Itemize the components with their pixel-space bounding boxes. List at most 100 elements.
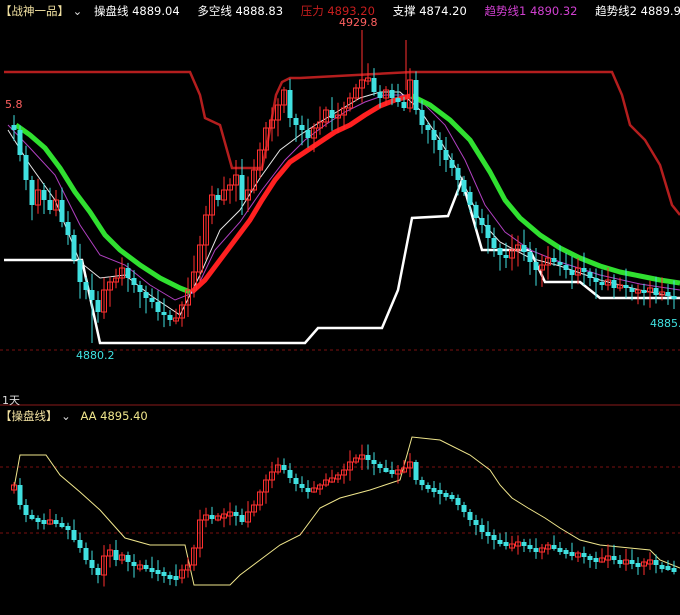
candle-body-down <box>167 575 173 579</box>
candle-body-down <box>29 180 35 205</box>
candle-body-down <box>167 315 173 320</box>
candle-body-down <box>149 568 155 572</box>
candle-body-down <box>467 192 473 205</box>
candle-body-down <box>467 512 473 520</box>
period-label[interactable]: 1天 <box>2 392 20 408</box>
candle-body-down <box>83 282 89 290</box>
candle-body-down <box>41 520 47 524</box>
candle-body-down <box>671 296 677 299</box>
candle-body-down <box>491 238 497 248</box>
chevron-down-icon[interactable]: ⌄ <box>73 4 83 18</box>
candle-body-down <box>455 168 461 180</box>
candle-body-down <box>371 460 377 464</box>
legend-label: 多空线 <box>197 4 232 18</box>
candle-body-down <box>53 520 59 524</box>
legend-label: 压力 <box>300 4 324 18</box>
candle-body-down <box>665 566 671 570</box>
candle-body-down <box>455 498 461 505</box>
support-line <box>4 176 680 345</box>
candle-body-down <box>17 130 23 155</box>
candle-body-down <box>389 90 395 98</box>
legend-label: 操盘线 <box>93 4 129 18</box>
candle-body-down <box>239 175 245 200</box>
candle-body-down <box>305 130 311 138</box>
candle-body-down <box>599 282 605 285</box>
candle-body-down <box>23 155 29 180</box>
candle-body-down <box>329 110 335 118</box>
legend-value: 4890.32 <box>529 4 578 18</box>
candle-body-down <box>11 125 17 130</box>
candle-body-down <box>641 290 647 293</box>
candle-body-down <box>533 262 539 270</box>
legend-value: 4888.83 <box>235 4 284 18</box>
candle-body-down <box>155 570 161 574</box>
candle-body-down <box>401 102 407 108</box>
candle-body-down <box>377 464 383 468</box>
candle-body-down <box>71 235 77 260</box>
legend-label: AA <box>80 409 97 423</box>
candle-body-down <box>485 225 491 238</box>
legend-label: 趋势线2 <box>595 4 637 18</box>
candle-body-down <box>209 515 215 519</box>
legend-duokongxian: 多空线 4888.83 <box>197 4 283 18</box>
candle-body-down <box>65 222 71 235</box>
candle-body-down <box>617 560 623 564</box>
candle-body-down <box>587 272 593 278</box>
left-price-label: 5.8 <box>5 98 23 111</box>
candle-body-down <box>629 288 635 292</box>
candle-body-down <box>635 563 641 567</box>
candle-body-down <box>611 556 617 560</box>
candle-body-down <box>653 288 659 295</box>
sub-indicator-name[interactable]: 【操盘线】 <box>0 409 58 423</box>
legend-qushixian1: 趋势线1 4890.32 <box>484 4 577 18</box>
candle-body-down <box>437 140 443 150</box>
candle-body-down <box>413 462 419 480</box>
candle-body-down <box>137 285 143 292</box>
candle-body-down <box>161 572 167 576</box>
candle-body-down <box>449 160 455 168</box>
candle-body-down <box>95 300 101 312</box>
legend-label: 趋势线1 <box>484 4 527 18</box>
candle-body-down <box>383 468 389 472</box>
legend-aa: AA 4895.40 <box>80 409 147 423</box>
candle-body-down <box>143 292 149 298</box>
candle-body-down <box>485 532 491 536</box>
candle-body-down <box>569 552 575 556</box>
main-indicator-name[interactable]: 【战神一品】 <box>0 4 69 18</box>
candle-body-down <box>557 262 563 265</box>
candle-body-down <box>239 515 245 522</box>
chevron-down-icon[interactable]: ⌄ <box>61 409 71 423</box>
candle-body-down <box>131 278 137 285</box>
candle-body-down <box>89 290 95 300</box>
candle-body-down <box>41 190 47 200</box>
candle-body-down <box>563 265 569 270</box>
pressure-line <box>4 70 680 216</box>
legend-label: 支撑 <box>392 4 416 18</box>
candle-body-down <box>479 525 485 532</box>
candle-body-down <box>611 280 617 288</box>
candle-body-down <box>287 90 293 118</box>
candle-body-down <box>173 576 179 580</box>
candle-body-down <box>365 455 371 460</box>
candle-body-down <box>521 542 527 546</box>
candle-body-down <box>29 515 35 519</box>
candle-body-down <box>293 118 299 125</box>
low-price-label: 4880.2 <box>76 349 115 362</box>
candle-body-down <box>653 560 659 565</box>
legend-value: 4874.20 <box>419 4 467 18</box>
legend-value: 4889.92 <box>640 4 680 18</box>
candle-body-down <box>77 540 83 548</box>
candle-body-down <box>143 565 149 569</box>
sub-indicator-header: 【操盘线】 ⌄ AA 4895.40 <box>0 408 148 424</box>
candle-body-down <box>491 535 497 540</box>
candle-body-down <box>443 150 449 160</box>
candle-body-down <box>629 560 635 564</box>
candle-body-down <box>293 478 299 484</box>
candle-body-down <box>155 302 161 312</box>
candle-body-down <box>593 558 599 562</box>
candle-body-down <box>377 92 383 98</box>
candle-body-down <box>551 258 557 262</box>
candle-body-down <box>581 268 587 272</box>
candle-body-down <box>503 542 509 546</box>
candle-body-down <box>563 550 569 554</box>
